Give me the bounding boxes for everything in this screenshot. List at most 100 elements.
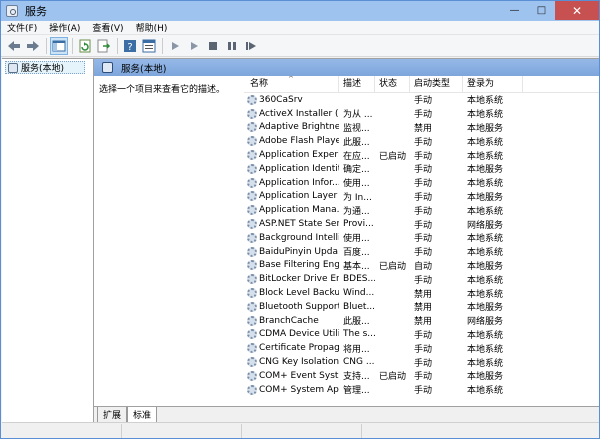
cell-name: Block Level Backu... (244, 288, 339, 299)
table-row[interactable]: Base Filtering Engi... 基本... 已启动自动 本地服务 (244, 259, 599, 273)
cell-log-on-as: 本地服务 (467, 261, 504, 272)
export-list-button[interactable] (95, 37, 113, 55)
forward-button[interactable] (24, 37, 42, 55)
forward-arrow-icon (27, 40, 39, 51)
toolbar-separator (117, 37, 118, 54)
window-controls: — □ ✕ (501, 1, 599, 20)
tab-standard[interactable]: 标准 (127, 407, 158, 423)
table-row[interactable]: COM+ Event Syst... 支持... 已启动 手动 本地服务 (244, 369, 599, 383)
cell-log-on-as: 本地系统 (467, 206, 504, 217)
service-name: Bluetooth Support... (259, 301, 339, 312)
start-service-button[interactable] (166, 37, 184, 55)
main-content: 服务(本地) 服务(本地) 选择一个项目来查看它的描述。 ^ 名称 描述 状态 … (2, 58, 599, 423)
cell-description: 为从 ... (343, 110, 373, 121)
tab-extended[interactable]: 扩展 (97, 407, 128, 423)
cell-startup-type: 手动 (414, 96, 433, 107)
service-gear-icon (247, 260, 257, 271)
restart-service-button[interactable] (242, 37, 260, 55)
cell-description: 为 In... (343, 192, 372, 203)
column-header-log-on-as[interactable]: 登录为 (463, 76, 523, 93)
cell-startup-type: 手动 (414, 110, 433, 121)
table-row[interactable]: CDMA Device Utili... The s... 手动 本地系统 (244, 328, 599, 342)
table-row[interactable]: ActiveX Installer (... 为从 ... 手动 本地系统 (244, 107, 599, 121)
cell-log-on-as: 本地系统 (467, 358, 504, 369)
services-node-icon (8, 62, 18, 73)
table-row[interactable]: Adobe Flash Playe... 此服... 手动 本地系统 (244, 134, 599, 148)
column-header-startup-type[interactable]: 启动类型 (410, 76, 463, 93)
cell-startup-type: 手动 (414, 330, 433, 341)
service-name: CDMA Device Utili... (259, 329, 339, 340)
refresh-button[interactable] (76, 37, 94, 55)
table-row[interactable]: Application Experi... 在应... 已启动手动 本地系统 (244, 148, 599, 162)
table-row[interactable]: Application Layer ... 为 In... 手动 本地服务 (244, 190, 599, 204)
pause-service-button[interactable] (223, 37, 241, 55)
cell-name: Application Layer ... (244, 191, 339, 202)
cell-startup-type: 手动 (414, 179, 433, 190)
table-row[interactable]: Application Identity 确定... 手动 本地服务 (244, 162, 599, 176)
table-row[interactable]: ASP.NET State Ser... Provi... 手动 网络服务 (244, 217, 599, 231)
help-icon: ? (124, 39, 136, 53)
table-row[interactable]: Bluetooth Support... Bluet... 禁用 本地服务 (244, 300, 599, 314)
cell-name: Base Filtering Engi... (244, 260, 339, 271)
table-row[interactable]: COM+ System Ap... 管理... 手动 本地系统 (244, 383, 599, 397)
tree-item-services-local[interactable]: 服务(本地) (5, 61, 85, 74)
service-gear-icon (247, 150, 257, 161)
table-row[interactable]: Block Level Backu... Wind... 禁用 本地系统 (244, 286, 599, 300)
properties-icon (142, 39, 156, 52)
help-button[interactable]: ? (121, 37, 139, 55)
back-button[interactable] (5, 37, 23, 55)
table-row[interactable]: Adaptive Brightness 监视... 禁用 本地服务 (244, 121, 599, 135)
menu-action[interactable]: 操作(A) (43, 21, 86, 34)
close-button[interactable]: ✕ (555, 1, 599, 20)
table-row[interactable]: BitLocker Drive En... BDES... 手动 本地系统 (244, 272, 599, 286)
menu-help[interactable]: 帮助(H) (130, 21, 174, 34)
column-header-description[interactable]: 描述 (339, 76, 375, 93)
cell-name: CNG Key Isolation (244, 357, 339, 368)
properties-button[interactable] (140, 37, 158, 55)
description-hint: 选择一个项目来查看它的描述。 (99, 85, 226, 95)
service-gear-icon (247, 384, 257, 395)
service-gear-icon (247, 163, 257, 174)
column-header-status[interactable]: 状态 (375, 76, 410, 93)
menu-view[interactable]: 查看(V) (86, 21, 129, 34)
console-tree: 服务(本地) (2, 58, 94, 422)
cell-description: 使用... (343, 179, 370, 190)
cell-log-on-as: 本地服务 (467, 165, 504, 176)
table-row[interactable]: Certificate Propag... 将用... 手动 本地系统 (244, 341, 599, 355)
cell-description: 此服... (343, 137, 370, 148)
toolbar-separator (72, 37, 73, 54)
service-gear-icon (247, 343, 257, 354)
menu-bar: 文件(F) 操作(A) 查看(V) 帮助(H) (1, 21, 599, 35)
cell-log-on-as: 本地系统 (467, 110, 504, 121)
cell-description: Bluet... (343, 301, 375, 312)
cell-description: CNG ... (343, 357, 375, 368)
table-row[interactable]: Application Mana... 为通... 手动 本地系统 (244, 203, 599, 217)
cell-startup-type: 禁用 (414, 303, 433, 314)
services-list[interactable]: ^ 名称 描述 状态 启动类型 登录为 360CaSrv 手动 本地系统 Active… (244, 76, 599, 406)
table-row[interactable]: BranchCache 此服... 禁用 网络服务 (244, 314, 599, 328)
status-bar (2, 422, 599, 438)
menu-file[interactable]: 文件(F) (1, 21, 43, 34)
table-row[interactable]: 360CaSrv 手动 本地系统 (244, 93, 599, 107)
table-row[interactable]: BaiduPinyin Upda... 百度... 手动 本地系统 (244, 245, 599, 259)
service-gear-icon (247, 301, 257, 312)
service-gear-icon (247, 274, 257, 285)
service-name: Application Experi... (259, 150, 339, 161)
cell-log-on-as: 本地服务 (467, 192, 504, 203)
cell-name: 360CaSrv (244, 94, 339, 105)
cell-startup-type: 手动 (414, 372, 433, 383)
cell-status: 已启动 (379, 261, 407, 272)
table-row[interactable]: Background Intelli... 使用... 手动 本地系统 (244, 231, 599, 245)
minimize-button[interactable]: — (501, 1, 528, 20)
start-service-alt-button[interactable] (185, 37, 203, 55)
cell-name: Certificate Propag... (244, 343, 339, 354)
stop-service-button[interactable] (204, 37, 222, 55)
service-gear-icon (247, 108, 257, 119)
table-row[interactable]: CNG Key Isolation CNG ... 手动 本地系统 (244, 355, 599, 369)
service-name: BranchCache (259, 315, 319, 326)
show-hide-console-tree-button[interactable] (50, 36, 68, 55)
maximize-button[interactable]: □ (528, 1, 555, 20)
list-header: ^ 名称 描述 状态 启动类型 登录为 (244, 76, 599, 93)
service-gear-icon (247, 191, 257, 202)
table-row[interactable]: Application Infor... 使用... 手动 本地系统 (244, 176, 599, 190)
